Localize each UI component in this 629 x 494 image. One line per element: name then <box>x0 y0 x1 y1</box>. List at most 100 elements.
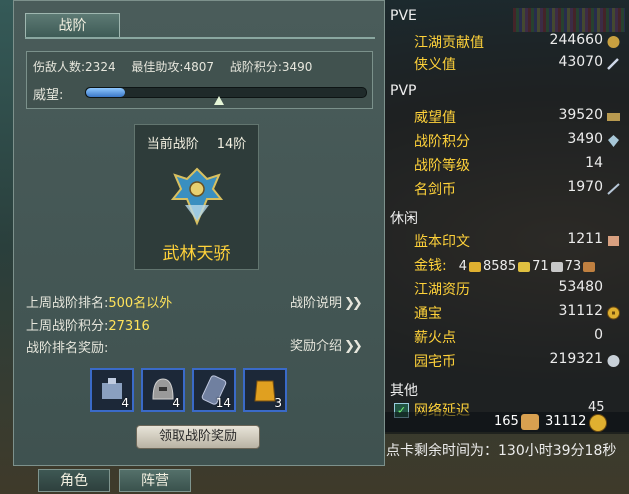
seal-icon <box>608 236 619 246</box>
reward-intro-link[interactable]: 奖励介绍 ❯❯ <box>290 335 363 354</box>
double-chevron-right-icon: ❯❯ <box>344 296 363 311</box>
item-count: 14 <box>215 396 231 410</box>
stat-label: 江湖资历 <box>414 282 470 298</box>
sword-icon <box>607 58 619 70</box>
stat-label: 威望值 <box>414 110 456 126</box>
card-time-remaining: 点卡剩余时间为：130小时39分18秒 <box>386 443 617 459</box>
stat-value: 53480 <box>558 279 603 295</box>
hud-count-b: 31112 <box>545 414 587 429</box>
kills-stat: 伤敌人数:2324 <box>33 60 116 74</box>
rank-explain-link[interactable]: 战阶说明 ❯❯ <box>290 292 363 311</box>
stat-value: 244660 <box>549 32 603 48</box>
reputation-bar <box>85 87 367 98</box>
stat-row: 薪火点 0 <box>414 327 629 349</box>
stat-label: 战阶积分 <box>414 134 470 150</box>
silver-icon <box>550 261 563 272</box>
stat-label: 监本印文 <box>414 234 470 250</box>
stat-label: 江湖贡献值 <box>414 35 484 51</box>
stat-value: 31112 <box>558 303 603 319</box>
stats-row: 伤敌人数:2324 最佳助攻:4807 战阶积分:3490 <box>33 58 324 75</box>
stat-row: 战阶等级 14 <box>414 155 629 177</box>
rank-points-icon <box>608 135 619 147</box>
rank-level: 14阶 <box>216 137 247 152</box>
stat-row: 园宅币 219321 <box>414 351 629 373</box>
rank-head-label: 当前战阶 <box>146 137 199 152</box>
tab-battle-rank[interactable]: 战阶 <box>25 13 120 38</box>
last-week-rank-value: 500名以外 <box>108 296 173 311</box>
stat-value: 1970 <box>567 179 603 195</box>
money-label: 金钱: <box>414 258 447 274</box>
stat-row: 战阶积分 3490 <box>414 131 629 153</box>
money-copper: 73 <box>564 259 582 274</box>
stats-box: 伤敌人数:2324 最佳助攻:4807 战阶积分:3490 威望: <box>26 51 373 109</box>
stat-row: 监本印文 1211 <box>414 231 629 253</box>
brick-icon <box>469 261 481 272</box>
last-week-rank: 上周战阶排名:500名以外 <box>26 292 172 311</box>
stat-value: 1211 <box>567 231 603 247</box>
double-chevron-right-icon: ❯❯ <box>344 339 363 354</box>
stat-row: 侠义值 43070 <box>414 54 629 76</box>
reward-item-slot[interactable]: 4 <box>90 368 134 412</box>
stat-label: 名剑币 <box>414 182 456 198</box>
last-week-points-value: 27316 <box>108 319 150 334</box>
reputation-label: 威望: <box>33 88 64 103</box>
sword-coin-icon <box>607 183 620 195</box>
rank-explain-label: 战阶说明 <box>290 296 343 311</box>
section-leisure: 休闲 <box>390 211 418 227</box>
reward-item-slot[interactable]: 3 <box>243 368 287 412</box>
reward-item-slot[interactable]: 4 <box>141 368 185 412</box>
stat-value: 219321 <box>549 351 603 367</box>
tab-divider <box>25 37 375 39</box>
money-gold: 8585 <box>483 259 517 274</box>
section-pve: PVE <box>390 8 417 24</box>
current-rank-card: 当前战阶 14阶 武林天骄 <box>134 124 259 270</box>
stat-value: 39520 <box>558 107 603 123</box>
home-coin-icon <box>607 355 620 367</box>
contribution-icon <box>607 36 620 48</box>
battle-rank-panel: 战阶 伤敌人数:2324 最佳助攻:4807 战阶积分:3490 威望: 当前战… <box>13 0 385 466</box>
stat-value: 43070 <box>558 54 603 70</box>
money-silver: 71 <box>532 259 549 274</box>
item-count: 4 <box>121 396 129 410</box>
rank-title: 武林天骄 <box>162 244 231 264</box>
claim-rank-reward-button[interactable]: 领取战阶奖励 <box>136 425 260 449</box>
stat-value: 3490 <box>567 131 603 147</box>
stat-label: 薪火点 <box>414 330 456 346</box>
points-stat: 战阶积分:3490 <box>229 60 313 74</box>
stat-row: 江湖资历 53480 <box>414 279 629 301</box>
stat-value: 0 <box>594 327 603 343</box>
stat-row: 威望值 39520 <box>414 107 629 129</box>
stat-row: 江湖贡献值 244660 <box>414 32 629 54</box>
section-pvp: PVP <box>390 83 417 99</box>
rank-reward-label: 战阶排名奖励: <box>26 341 109 356</box>
reward-item-slot[interactable]: 14 <box>192 368 236 412</box>
hud-count-a: 165 <box>494 414 519 429</box>
stat-value: 14 <box>585 155 603 171</box>
section-other: 其他 <box>390 383 418 399</box>
last-week-points: 上周战阶积分:27316 <box>26 315 150 334</box>
tab-character[interactable]: 角色 <box>38 469 110 492</box>
tab-faction[interactable]: 阵营 <box>119 469 191 492</box>
stat-label: 通宝 <box>414 306 442 322</box>
assist-stat: 最佳助攻:4807 <box>131 60 215 74</box>
money-brick: 4 <box>458 259 467 274</box>
reputation-marker-icon <box>214 96 225 105</box>
stat-label: 园宅币 <box>414 354 456 370</box>
reward-intro-label: 奖励介绍 <box>290 339 343 354</box>
last-week-points-label: 上周战阶积分: <box>26 319 109 334</box>
reputation-bar-fill <box>86 88 126 97</box>
copper-icon <box>583 261 596 272</box>
gold-icon <box>518 261 531 272</box>
rank-header: 当前战阶 14阶 <box>135 133 258 152</box>
last-week-rank-label: 上周战阶排名: <box>26 296 109 311</box>
item-count: 4 <box>172 396 180 410</box>
stat-label: 侠义值 <box>414 57 456 73</box>
item-count: 3 <box>274 396 282 410</box>
stat-row: 通宝 31112 <box>414 303 629 325</box>
currency-stats-panel: PVE 江湖贡献值 244660 侠义值 43070 PVP 威望值 39520… <box>385 0 629 432</box>
tongbao-coin-icon <box>607 306 620 320</box>
stat-label: 战阶等级 <box>414 158 470 174</box>
prestige-icon <box>607 113 620 121</box>
stat-row: 名剑币 1970 <box>414 179 629 201</box>
money-row: 金钱: 4 8585 71 73 <box>414 255 597 275</box>
